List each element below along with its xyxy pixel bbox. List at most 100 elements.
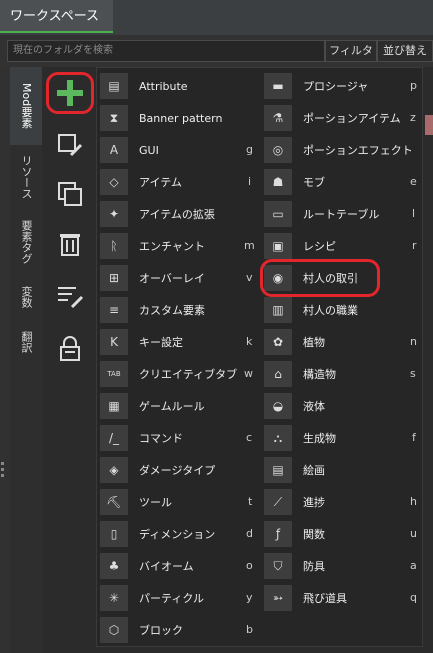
menu-item-tool[interactable]: ⛏ ツール	[97, 486, 172, 518]
menu-item-feature[interactable]: ⛬ 生成物	[261, 422, 336, 454]
menu-item-label: プロシージャ	[303, 80, 369, 93]
enchantment-icon: ᚱ	[100, 233, 128, 259]
shortcut-key: n	[410, 335, 417, 348]
menu-item-enchantment[interactable]: ᚱ エンチャント	[97, 230, 205, 262]
delete-element-button[interactable]	[52, 226, 88, 262]
menu-item-biome[interactable]: ♣ バイオーム	[97, 550, 194, 582]
lock-element-button[interactable]	[52, 330, 88, 366]
shortcut-key: k	[246, 335, 253, 348]
tab-resources[interactable]: リソース	[10, 147, 42, 207]
menu-item-label: アイテム	[139, 176, 182, 189]
menu-item-label: 絵画	[303, 464, 325, 477]
damage-type-icon: ◈	[100, 457, 128, 483]
menu-item-advancement[interactable]: ⟋ 進捗	[261, 486, 325, 518]
menu-item-armor[interactable]: ⛉ 防具	[261, 550, 325, 582]
menu-item-gamerule[interactable]: ▦ ゲームルール	[97, 390, 205, 422]
menu-item-keybinding[interactable]: K キー設定	[97, 326, 183, 358]
menu-item-particle[interactable]: ✳ パーティクル	[97, 582, 204, 614]
menu-item-label: バイオーム	[139, 560, 194, 573]
menu-item-banner-pattern[interactable]: ⧗ Banner pattern	[97, 102, 222, 134]
menu-item-label: モブ	[303, 176, 325, 189]
menu-item-label: 関数	[303, 528, 325, 541]
edit-icon	[58, 134, 83, 157]
menu-item-painting[interactable]: ▤ 絵画	[261, 454, 325, 486]
menu-item-attribute[interactable]: ▤ Attribute	[97, 70, 188, 102]
shortcut-key: z	[410, 111, 416, 124]
diamond-icon: ◇	[100, 169, 128, 195]
menu-item-plant[interactable]: ✿ 植物	[261, 326, 325, 358]
keybinding-icon: K	[100, 329, 128, 355]
menu-item-projectile[interactable]: ➳ 飛び道具	[261, 582, 347, 614]
tab-localization[interactable]: 翻訳	[10, 312, 42, 372]
menu-item-fluid[interactable]: ◒ 液体	[261, 390, 325, 422]
menu-item-label: ツール	[139, 496, 172, 509]
menu-item-damage-type[interactable]: ◈ ダメージタイプ	[97, 454, 215, 486]
menu-item-label: ブロック	[139, 624, 183, 637]
shortcut-key: q	[410, 591, 417, 604]
menu-item-custom-element[interactable]: ≡ カスタム要素	[97, 294, 205, 326]
menu-item-dimension[interactable]: ▯ ディメンション	[97, 518, 215, 550]
menu-item-label: ポーションアイテム	[303, 112, 401, 125]
menu-item-command[interactable]: /_ コマンド	[97, 422, 183, 454]
toolbar: 現在のフォルダを検索 フィルタ 並び替え	[0, 35, 433, 67]
search-input[interactable]: 現在のフォルダを検索	[7, 40, 325, 62]
menu-item-potion-effect[interactable]: ◎ ポーションエフェクト	[261, 134, 413, 166]
menu-item-villager-profession[interactable]: ▥ 村人の職業	[261, 294, 358, 326]
tab-mod-elements[interactable]: Mod要素	[10, 67, 44, 145]
plant-icon: ✿	[264, 329, 292, 355]
menu-item-block[interactable]: ⬡ ブロック	[97, 614, 183, 646]
armor-icon: ⛉	[264, 553, 292, 579]
shortcut-key: o	[246, 559, 253, 572]
gui-icon: A	[100, 137, 128, 163]
menu-item-label: クリエイティブタブ	[139, 368, 238, 381]
banner-pattern-icon: ⧗	[100, 105, 128, 131]
shortcut-key: w	[244, 367, 253, 380]
menu-item-mob[interactable]: ☗ モブ	[261, 166, 325, 198]
menu-item-potion-item[interactable]: ⚗ ポーションアイテム	[261, 102, 401, 134]
shortcut-key: g	[246, 143, 253, 156]
structure-icon: ⌂	[264, 361, 292, 387]
shortcut-key: e	[410, 175, 417, 188]
shortcut-key: b	[246, 623, 253, 636]
duplicate-element-button[interactable]	[52, 176, 88, 212]
shortcut-key: f	[412, 431, 416, 444]
menu-item-loot-table[interactable]: ▭ ルートテーブル	[261, 198, 379, 230]
shortcut-key: i	[248, 175, 252, 188]
menu-item-structure[interactable]: ⌂ 構造物	[261, 358, 336, 390]
overlay-icon: ⊞	[100, 265, 128, 291]
menu-item-label: 生成物	[303, 432, 336, 445]
menu-item-label: Attribute	[139, 79, 188, 93]
shortcut-key: r	[412, 239, 417, 252]
drag-handle-dot-1	[1, 462, 4, 465]
menu-item-label: 進捗	[303, 496, 325, 509]
menu-item-label: アイテムの拡張	[139, 208, 215, 221]
workspace-tab[interactable]: ワークスペース	[0, 0, 113, 33]
dimension-icon: ▯	[100, 521, 128, 547]
filter-button[interactable]: フィルタ	[325, 40, 377, 62]
menu-item-label: オーバーレイ	[139, 272, 205, 285]
vertical-tabs: Mod要素 リソース 要素タグ 変数 翻訳	[10, 67, 44, 653]
loot-table-icon: ▭	[264, 201, 292, 227]
gamerule-icon: ▦	[100, 393, 128, 419]
shortcut-key: l	[412, 207, 416, 220]
menu-item-item-extension[interactable]: ✦ アイテムの拡張	[97, 198, 215, 230]
duplicate-icon	[58, 182, 82, 206]
edit-list-button[interactable]	[52, 278, 88, 314]
menu-item-item[interactable]: ◇ アイテム	[97, 166, 182, 198]
menu-item-label: 村人の職業	[303, 304, 358, 317]
menu-item-overlay[interactable]: ⊞ オーバーレイ	[97, 262, 205, 294]
menu-item-creative-tab[interactable]: TAB クリエイティブタブ	[97, 358, 237, 390]
projectile-icon: ➳	[264, 585, 292, 611]
menu-item-function[interactable]: ƒ 関数	[261, 518, 325, 550]
shortcut-key: d	[246, 527, 253, 540]
menu-item-recipe[interactable]: ▣ レシピ	[261, 230, 336, 262]
custom-element-icon: ≡	[100, 297, 128, 323]
sort-button[interactable]: 並び替え	[377, 40, 433, 62]
menu-item-procedure[interactable]: ▬ プロシージャ	[261, 70, 368, 102]
edit-element-button[interactable]	[52, 128, 88, 164]
menu-item-label: パーティクル	[139, 592, 205, 605]
menu-item-gui[interactable]: A GUI	[97, 134, 159, 166]
drag-handle-dot-2	[1, 468, 4, 471]
menu-item-label: カスタム要素	[139, 304, 205, 317]
menu-item-label: Banner pattern	[139, 111, 223, 125]
